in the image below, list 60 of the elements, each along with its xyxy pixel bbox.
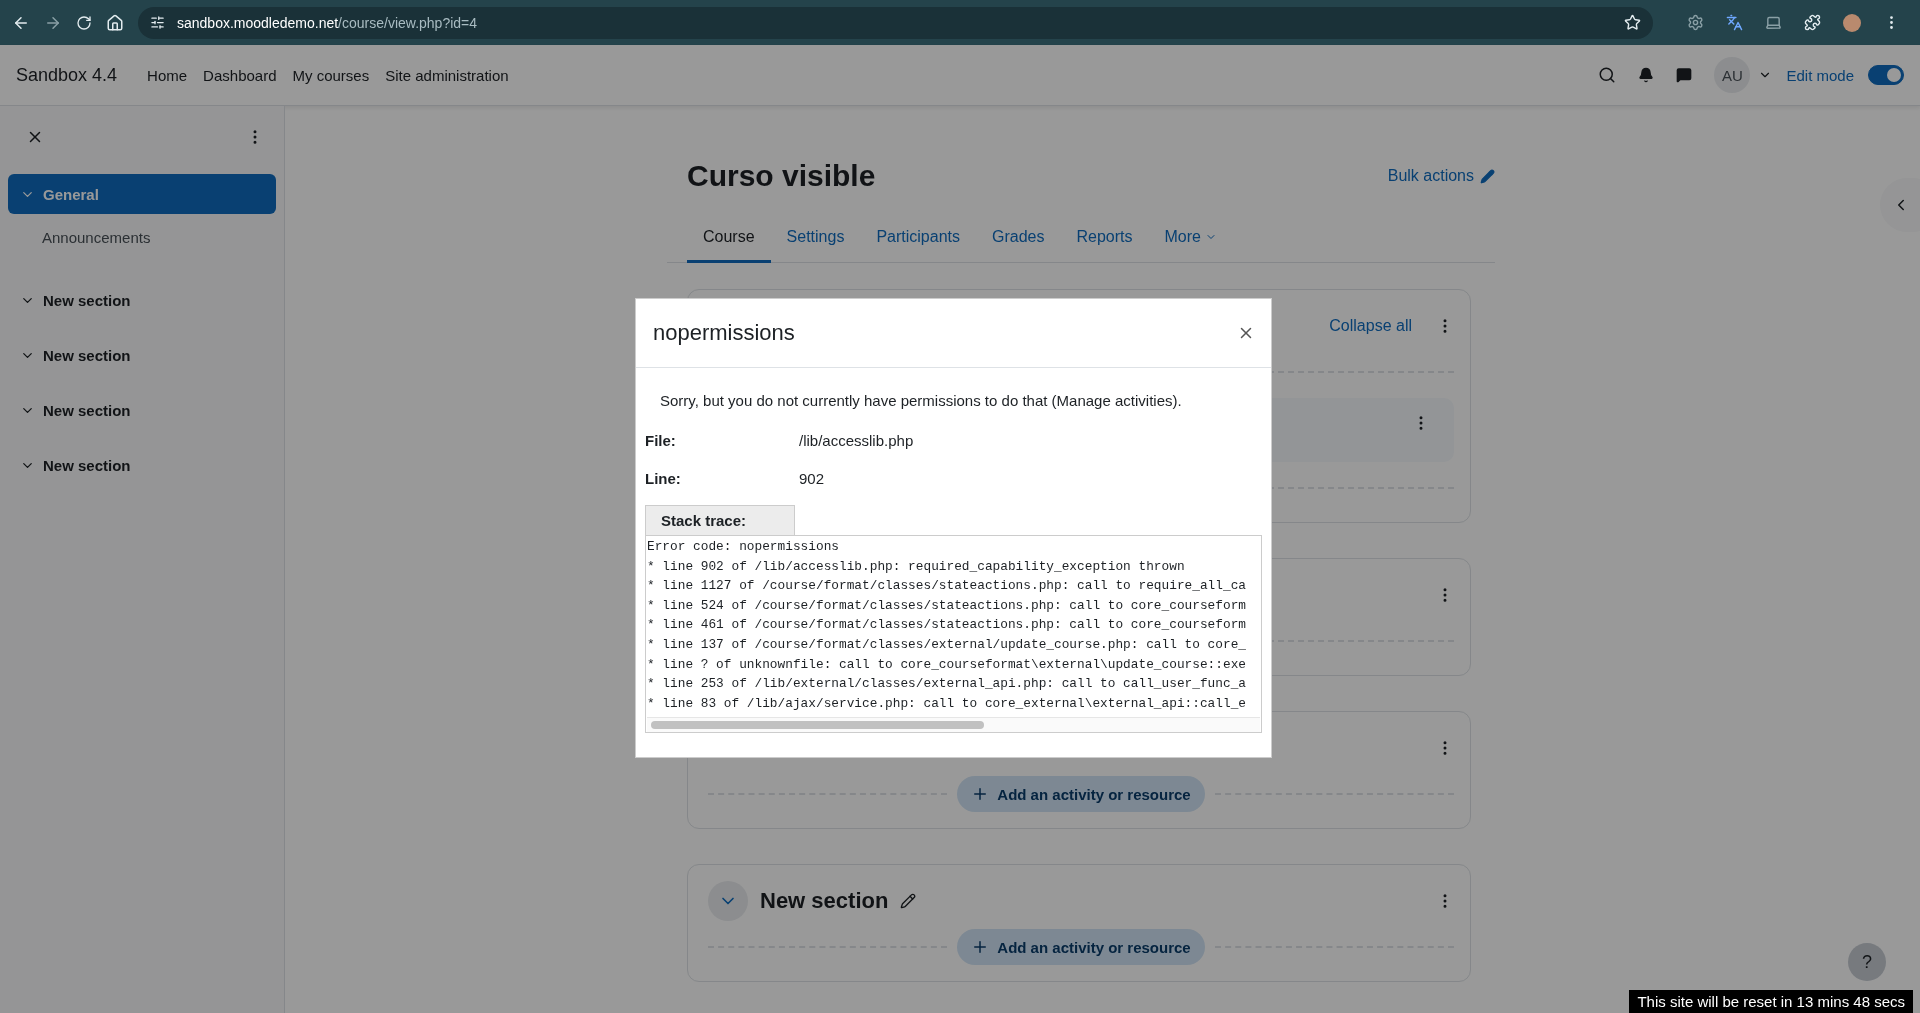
pencil-icon <box>1480 168 1495 184</box>
site-settings-icon <box>150 15 165 30</box>
sidebar-item[interactable]: New section <box>8 390 276 430</box>
sidebar-item[interactable]: New section <box>8 280 276 320</box>
course-tab[interactable]: Participants <box>860 213 976 263</box>
trace-line: Error code: nopermissions <box>647 538 840 556</box>
sidebar-item[interactable]: New section <box>8 445 276 485</box>
edit-mode-label: Edit mode <box>1786 66 1854 84</box>
gear-icon[interactable] <box>1687 14 1704 31</box>
edit-mode-switch[interactable] <box>1868 65 1904 85</box>
nav-link[interactable]: Dashboard <box>203 66 277 84</box>
dialog-title: nopermissions <box>653 320 795 346</box>
course-tab[interactable]: More <box>1148 213 1233 263</box>
sidebar-item[interactable]: General <box>8 174 276 214</box>
nav-link[interactable]: My courses <box>292 66 370 84</box>
field-label: File: <box>645 431 677 449</box>
field-label: Line: <box>645 469 682 487</box>
trace-line: * line 83 of /lib/ajax/service.php: call to core_external\external_api::call_e <box>647 694 1247 713</box>
help-button[interactable]: ? <box>1848 943 1886 981</box>
nav-link[interactable]: Home <box>147 66 188 84</box>
error-message: Sorry, but you do not currently have permissions to do that (Manage activities). <box>660 392 1183 409</box>
reload-icon[interactable] <box>76 14 92 31</box>
site-brand[interactable]: Sandbox 4.4 <box>16 64 118 86</box>
add-activity-button[interactable]: Add an activity or resource <box>957 929 1205 965</box>
course-tab[interactable]: Settings <box>770 213 861 263</box>
address-bar[interactable]: sandbox.moodledemo.net/course/view.php?id=4 <box>138 6 1653 39</box>
collapse-toggle[interactable] <box>708 881 748 921</box>
user-avatar[interactable]: AU <box>1714 57 1751 93</box>
translate-icon[interactable] <box>1726 14 1743 31</box>
nav-link[interactable]: Site administration <box>385 66 509 84</box>
trace-line: * line 902 of /lib/accesslib.php: required_capability_exception thrown <box>647 557 1186 576</box>
reset-notice: This site will be reset in 13 mins 48 secs <box>1629 990 1913 1013</box>
trace-line: * line 137 of /course/format/classes/external/update_course.php: call to core_ <box>647 635 1247 654</box>
stack-trace-label: Stack trace: <box>645 505 795 535</box>
add-activity-button[interactable]: Add an activity or resource <box>957 776 1205 812</box>
trace-line: * line 253 of /lib/external/classes/external_api.php: call to call_user_func_a <box>647 675 1247 694</box>
course-title: Curso visible <box>687 159 876 193</box>
search-icon[interactable] <box>1598 66 1617 84</box>
trace-line: * line 1127 of /course/format/classes/stateactions.php: call to require_all_ca <box>647 577 1247 596</box>
bulk-actions-link[interactable]: Bulk actions <box>1387 167 1495 185</box>
collapse-all-link[interactable]: Collapse all <box>1329 317 1412 335</box>
section-title: New section <box>760 888 889 914</box>
laptop-icon[interactable] <box>1765 14 1782 31</box>
puzzle-icon[interactable] <box>1804 14 1821 31</box>
trace-line: * line ? of unknownfile: call to core_courseformat\external\update_course::exe <box>647 655 1247 674</box>
course-tab[interactable]: Reports <box>1060 213 1149 263</box>
bookmark-star-icon[interactable] <box>1624 14 1641 31</box>
field-value: 902 <box>799 469 826 487</box>
field-value: /lib/accesslib.php <box>799 431 915 449</box>
trace-line: * line 461 of /course/format/classes/stateactions.php: call to core_courseform <box>647 616 1247 635</box>
course-tab[interactable]: Grades <box>976 213 1061 263</box>
course-tab[interactable]: Course <box>687 213 771 263</box>
trace-line: * line 524 of /course/format/classes/stateactions.php: call to core_courseform <box>647 596 1247 615</box>
sidebar-item[interactable]: New section <box>8 335 276 375</box>
sidebar-subitem[interactable]: Announcements <box>8 229 276 246</box>
bell-icon[interactable] <box>1638 67 1655 83</box>
profile-avatar[interactable] <box>1843 13 1861 32</box>
home-icon[interactable] <box>106 13 124 32</box>
chat-icon[interactable] <box>1676 67 1693 83</box>
pencil-icon[interactable] <box>900 893 917 909</box>
